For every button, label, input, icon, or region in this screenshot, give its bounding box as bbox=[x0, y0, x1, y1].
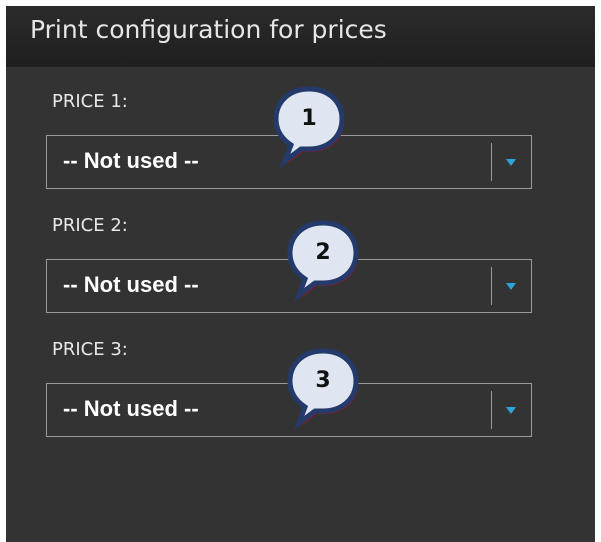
chevron-down-icon[interactable] bbox=[506, 159, 516, 166]
callout-number: 2 bbox=[315, 239, 331, 265]
price-3-label: PRICE 3: bbox=[52, 339, 128, 360]
dropdown-separator bbox=[491, 267, 492, 305]
dropdown-separator bbox=[491, 143, 492, 181]
chevron-down-icon[interactable] bbox=[506, 407, 516, 414]
panel-header: Print configuration for prices bbox=[6, 6, 595, 67]
callout-2: 2 bbox=[287, 219, 359, 303]
price-2-selected-value: -- Not used -- bbox=[63, 272, 199, 297]
callout-3: 3 bbox=[287, 347, 359, 431]
panel-title: Print configuration for prices bbox=[30, 15, 387, 44]
callout-1: 1 bbox=[273, 85, 345, 169]
dropdown-separator bbox=[491, 391, 492, 429]
price-1-selected-value: -- Not used -- bbox=[63, 148, 199, 173]
callout-number: 1 bbox=[301, 105, 317, 131]
callout-number: 3 bbox=[315, 367, 331, 393]
chevron-down-icon[interactable] bbox=[506, 283, 516, 290]
price-3-selected-value: -- Not used -- bbox=[63, 396, 199, 421]
price-1-label: PRICE 1: bbox=[52, 91, 128, 112]
price-2-label: PRICE 2: bbox=[52, 215, 128, 236]
